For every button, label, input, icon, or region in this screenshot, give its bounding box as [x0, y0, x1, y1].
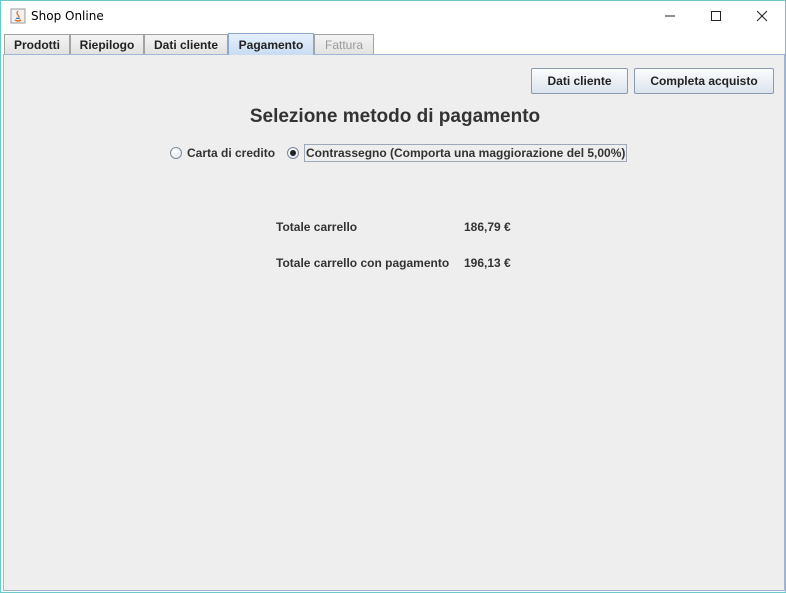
totale-pagamento-value: 196,13 € — [464, 256, 511, 270]
close-button[interactable] — [739, 1, 785, 31]
tab-riepilogo[interactable]: Riepilogo — [70, 34, 144, 54]
radio-button-selected[interactable] — [287, 147, 299, 159]
maximize-button[interactable] — [693, 1, 739, 31]
page-title: Selezione metodo di pagamento — [249, 106, 541, 127]
totale-carrello-value: 186,79 € — [464, 220, 511, 234]
totale-carrello-label: Totale carrello — [276, 220, 358, 234]
radio-button-unselected[interactable] — [170, 147, 182, 159]
tab-bar: Prodotti Riepilogo Dati cliente Pagament… — [4, 33, 784, 55]
payment-option-carta[interactable]: Carta di credito — [170, 144, 275, 162]
tab-prodotti[interactable]: Prodotti — [4, 34, 70, 54]
close-icon — [756, 10, 768, 22]
app-window: Shop Online Prodotti Riepilogo Dati clie… — [0, 0, 786, 593]
totale-pagamento-label: Totale carrello con pagamento — [276, 256, 450, 270]
dati-cliente-button[interactable]: Dati cliente — [531, 68, 628, 94]
radio-label: Carta di credito — [187, 146, 276, 160]
payment-panel: Dati cliente Completa acquisto Selezione… — [3, 54, 785, 591]
minimize-button[interactable] — [647, 1, 693, 31]
radio-label: Contrassegno (Comporta una maggiorazione… — [304, 144, 628, 162]
radio-dot — [290, 150, 296, 156]
tab-fattura[interactable]: Fattura — [314, 34, 374, 54]
window-title: Shop Online — [31, 9, 104, 23]
title-bar: Shop Online — [1, 1, 785, 32]
tab-dati-cliente[interactable]: Dati cliente — [144, 34, 228, 54]
java-app-icon — [10, 8, 26, 24]
payment-option-contrassegno[interactable]: Contrassegno (Comporta una maggiorazione… — [287, 144, 628, 162]
tab-pagamento[interactable]: Pagamento — [228, 33, 314, 55]
maximize-icon — [711, 11, 721, 21]
minimize-icon — [665, 15, 675, 17]
completa-acquisto-button[interactable]: Completa acquisto — [634, 68, 774, 94]
